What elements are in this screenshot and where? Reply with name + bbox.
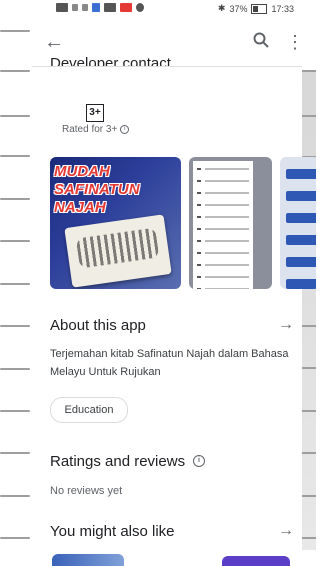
search-icon[interactable] (252, 31, 274, 53)
about-arrow-icon[interactable]: → (276, 315, 296, 335)
bluetooth-icon: ✱ (217, 3, 226, 13)
screenshot-carousel[interactable]: MUDAH SAFINATUN NAJAH (50, 157, 316, 289)
header-divider (32, 66, 302, 67)
status-bar: ✱ 37% 17:33 (0, 0, 316, 20)
recommend-title[interactable]: You might also like (50, 523, 175, 540)
more-options-icon[interactable]: ⋮ (286, 31, 304, 53)
no-reviews-text: No reviews yet (50, 485, 123, 497)
status-icons-left (56, 3, 144, 12)
ratings-info-icon[interactable]: i (193, 455, 205, 467)
signal-icon (72, 4, 78, 11)
category-chip[interactable]: Education (50, 397, 128, 423)
paper-margin-marks (0, 0, 32, 562)
recommend-arrow-icon[interactable]: → (276, 521, 296, 541)
content-rating-badge: 3+ (86, 104, 104, 122)
battery-icon (251, 3, 268, 14)
notification-icon (56, 3, 68, 12)
recommended-app-card-2[interactable] (222, 556, 290, 566)
screenshot-2[interactable] (189, 157, 272, 289)
app-notification-icon (120, 3, 132, 12)
screenshot-1[interactable]: MUDAH SAFINATUN NAJAH (50, 157, 181, 289)
right-edge-strip (302, 70, 316, 550)
status-icons-right: ✱ 37% 17:33 (218, 3, 294, 14)
about-title[interactable]: About this app (50, 317, 146, 334)
app-description: Terjemahan kitab Safinatun Najah dalam B… (50, 348, 289, 378)
info-icon[interactable]: i (120, 125, 130, 134)
recommended-app-card-1[interactable] (52, 554, 124, 566)
screenshot-3[interactable] (280, 157, 316, 289)
wifi-icon (92, 3, 100, 12)
back-arrow-icon[interactable]: ← (44, 31, 66, 53)
ratings-title[interactable]: Ratings and reviews (50, 453, 185, 470)
developer-contact-heading[interactable]: Developer contact (50, 52, 171, 66)
menu-list-image (193, 161, 253, 289)
content-rating[interactable]: Rated for 3+ i (62, 124, 130, 135)
screenshot-title: MUDAH SAFINATUN NAJAH (54, 163, 140, 216)
signal-icon-2 (82, 4, 88, 11)
battery-percent: 37% (229, 3, 248, 14)
messenger-icon (136, 3, 144, 12)
book-image (64, 214, 172, 288)
content-rating-label: Rated for 3+ (62, 124, 118, 135)
mail-icon (104, 3, 116, 12)
clock: 17:33 (271, 3, 294, 14)
